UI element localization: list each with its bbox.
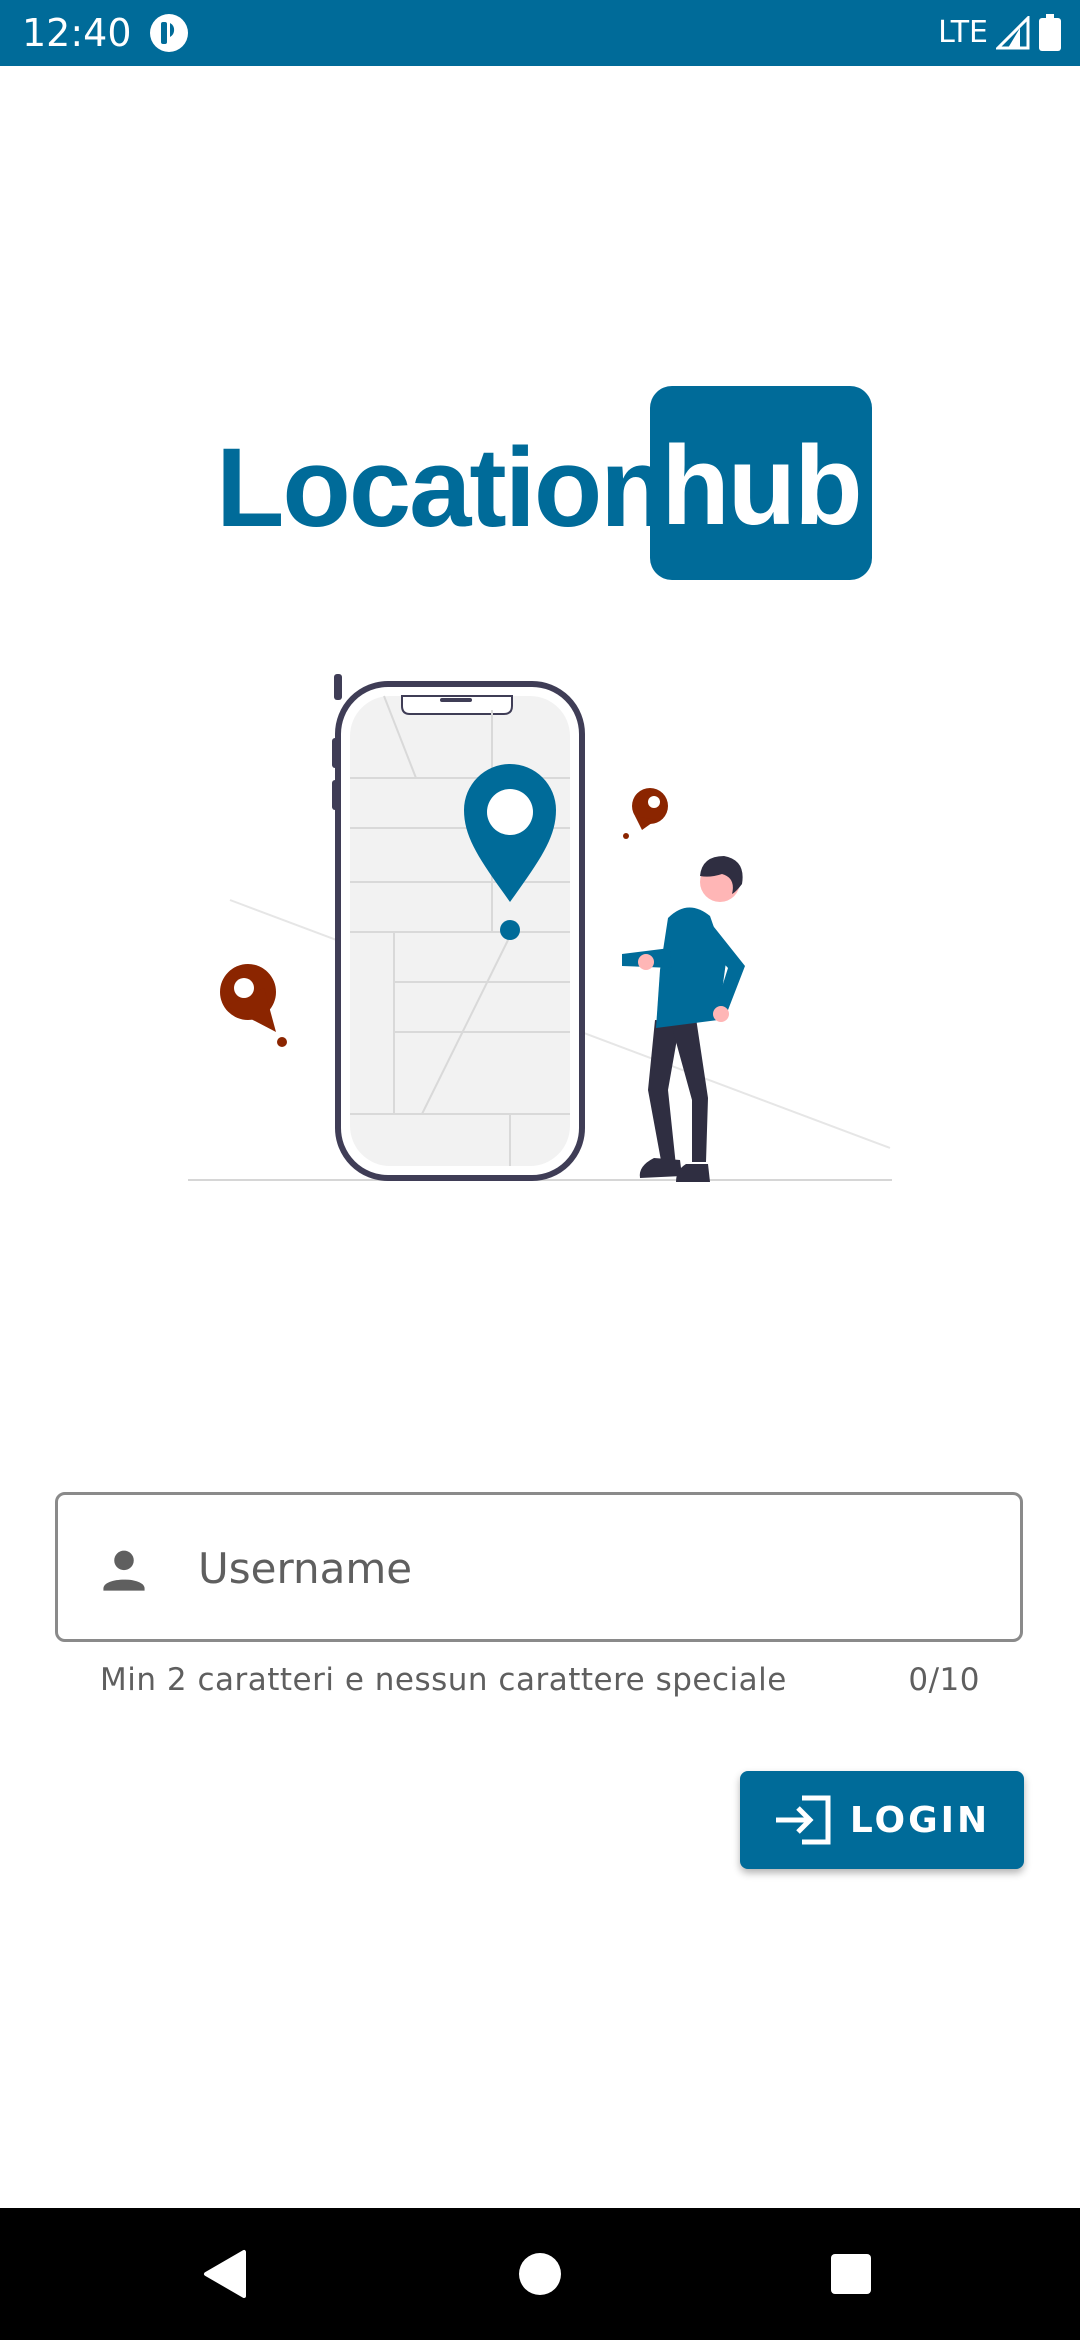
username-input[interactable] [198, 1535, 978, 1601]
login-button-label: LOGIN [849, 1799, 991, 1841]
left-pin-graphic [220, 964, 287, 1047]
person-icon [103, 1550, 145, 1591]
logo-word-hub: hub [661, 423, 862, 548]
back-icon[interactable] [200, 2248, 250, 2300]
phone-graphic [332, 674, 585, 1181]
recents-icon[interactable] [830, 2253, 872, 2295]
app-indicator-icon [150, 14, 188, 52]
small-pin-graphic [623, 788, 668, 839]
status-bar: 12:40 LTE [0, 0, 1080, 66]
home-icon[interactable] [518, 2252, 562, 2296]
battery-icon [1039, 14, 1061, 51]
person-graphic [622, 856, 745, 1182]
username-field[interactable] [55, 1492, 1023, 1642]
login-button[interactable]: LOGIN [740, 1771, 1024, 1869]
username-helper-text: Min 2 caratteri e nessun carattere speci… [100, 1662, 787, 1698]
logo-hub-badge: hub [650, 386, 872, 580]
logo-word-location: Location [216, 425, 669, 550]
status-time: 12:40 [22, 11, 132, 55]
navigation-bar [0, 2208, 1080, 2340]
login-icon [775, 1795, 831, 1845]
network-type: LTE [938, 15, 988, 50]
phone-map-illustration [188, 674, 892, 1182]
app-logo: Location hub [216, 386, 872, 580]
username-char-counter: 0/10 [908, 1662, 980, 1698]
status-indicators: LTE [938, 10, 1062, 56]
signal-icon [996, 16, 1030, 50]
